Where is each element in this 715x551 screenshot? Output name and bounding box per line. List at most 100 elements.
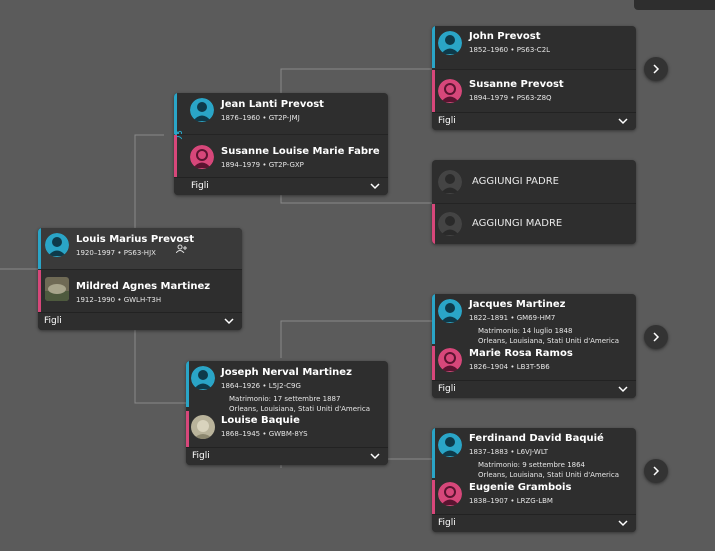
gender-bar [432, 204, 435, 244]
empty-avatar-icon [438, 212, 462, 236]
empty-avatar-icon [438, 170, 462, 194]
male-avatar-icon [190, 98, 214, 122]
expand-ancestors-button[interactable] [644, 459, 668, 483]
marriage-date: Matrimonio: 9 settembre 1864 [478, 461, 586, 469]
chevron-down-icon [618, 118, 628, 125]
children-toggle[interactable]: Figli [38, 312, 242, 330]
marriage-place: Orleans, Louisiana, Stati Uniti d'Americ… [478, 471, 620, 479]
children-toggle[interactable]: Figli [432, 112, 636, 130]
chevron-down-icon [618, 520, 628, 527]
person-name[interactable]: Louise Baquie [221, 415, 300, 426]
add-mother[interactable]: AGGIUNGI MADRE [432, 204, 636, 244]
children-label: Figli [44, 316, 62, 326]
paternal-parents-card: Jean Lanti Prevost 1876–1960 • GT2P-JMJ … [174, 93, 388, 195]
children-toggle[interactable]: Figli [432, 514, 636, 532]
person-meta: 1876–1960 • GT2P-JMJ [221, 114, 300, 122]
add-father-label[interactable]: AGGIUNGI PADRE [472, 176, 559, 187]
chevron-right-icon [653, 64, 660, 74]
children-label: Figli [438, 116, 456, 126]
person-name[interactable]: Susanne Prevost [469, 79, 564, 90]
person-meta: 1822–1891 • GM69-HM7 [469, 314, 556, 322]
male-avatar-icon [438, 433, 462, 457]
person-name[interactable]: Susanne Louise Marie Fabre [221, 146, 380, 157]
maternal-parents-card: Joseph Nerval Martinez 1864–1926 • L5J2-… [186, 361, 388, 465]
children-label: Figli [192, 451, 210, 461]
gender-bar [186, 411, 189, 447]
gender-bar [38, 270, 41, 312]
person-name[interactable]: Mildred Agnes Martinez [76, 281, 210, 292]
gender-bar [432, 26, 435, 68]
male-avatar-icon [438, 31, 462, 55]
gender-bar [174, 93, 177, 134]
maternal-mother[interactable]: Louise Baquie 1868–1945 • GWBM-8YS [186, 411, 388, 447]
gender-bar [432, 480, 435, 514]
grandparents-card-1: John Prevost 1852–1960 • PS63-C2L Susann… [432, 26, 636, 130]
person-name[interactable]: Jacques Martinez [469, 299, 565, 310]
gender-bar [432, 70, 435, 112]
children-toggle[interactable]: Figli [186, 447, 388, 465]
grandparents-card-2: AGGIUNGI PADRE AGGIUNGI MADRE [432, 160, 636, 244]
person-name[interactable]: John Prevost [469, 31, 540, 42]
male-avatar-icon [438, 299, 462, 323]
person-meta: 1894–1979 • PS63-Z8Q [469, 94, 552, 102]
grandmother-1[interactable]: Susanne Prevost 1894–1979 • PS63-Z8Q [432, 70, 636, 112]
person-name[interactable]: Jean Lanti Prevost [221, 99, 324, 110]
person-meta: 1864–1926 • L5J2-C9G [221, 382, 301, 390]
focus-mother[interactable]: Mildred Agnes Martinez 1912–1990 • GWLH-… [38, 270, 242, 312]
children-toggle[interactable]: Figli [174, 177, 388, 195]
person-name[interactable]: Marie Rosa Ramos [469, 348, 573, 359]
gender-bar [432, 294, 435, 344]
children-toggle[interactable]: Figli [432, 380, 636, 398]
person-settings-icon[interactable] [176, 244, 187, 253]
grandmother-4[interactable]: Eugenie Grambois 1838–1907 • LRZG-LBM [432, 480, 636, 514]
person-meta: 1920–1997 • PS63-HJX [76, 249, 156, 257]
male-avatar-icon [191, 366, 215, 390]
grandfather-1[interactable]: John Prevost 1852–1960 • PS63-C2L [432, 26, 636, 68]
person-meta: 1912–1990 • GWLH-T3H [76, 296, 162, 304]
gender-bar [432, 346, 435, 380]
person-name[interactable]: Joseph Nerval Martinez [221, 367, 352, 378]
photo-avatar-icon [191, 415, 215, 439]
focus-couple-card: Louis Marius Prevost 1920–1997 • PS63-HJ… [38, 228, 242, 330]
gender-bar [186, 361, 189, 407]
person-meta: 1837–1883 • L6VJ-WLT [469, 448, 549, 456]
maternal-father[interactable]: Joseph Nerval Martinez 1864–1926 • L5J2-… [186, 361, 388, 407]
chevron-right-icon [653, 466, 660, 476]
add-father[interactable]: AGGIUNGI PADRE [432, 160, 636, 202]
person-meta: 1826–1904 • LB3T-5B6 [469, 363, 550, 371]
person-meta: 1894–1979 • GT2P-GXP [221, 161, 304, 169]
chevron-down-icon [224, 318, 234, 325]
grandparents-card-4: Ferdinand David Baquié 1837–1883 • L6VJ-… [432, 428, 636, 532]
toolbar-button[interactable] [634, 0, 715, 10]
person-meta: 1838–1907 • LRZG-LBM [469, 497, 553, 505]
gender-bar [174, 135, 177, 177]
marriage-date: Matrimonio: 17 settembre 1887 [229, 395, 341, 403]
person-name[interactable]: Eugenie Grambois [469, 482, 571, 493]
marriage-place: Orleans, Louisiana, Stati Uniti d'Americ… [478, 337, 620, 345]
gender-bar [432, 428, 435, 478]
children-label: Figli [438, 518, 456, 528]
children-label: Figli [438, 384, 456, 394]
female-avatar-icon [190, 145, 214, 169]
paternal-mother[interactable]: Susanne Louise Marie Fabre 1894–1979 • G… [174, 135, 388, 177]
add-mother-label[interactable]: AGGIUNGI MADRE [472, 218, 562, 229]
expand-ancestors-button[interactable] [644, 57, 668, 81]
chevron-down-icon [618, 386, 628, 393]
female-avatar-icon [438, 79, 462, 103]
person-meta: 1852–1960 • PS63-C2L [469, 46, 551, 54]
paternal-father[interactable]: Jean Lanti Prevost 1876–1960 • GT2P-JMJ [174, 93, 388, 140]
female-avatar-icon [438, 482, 462, 506]
person-name[interactable]: Ferdinand David Baquié [469, 433, 604, 444]
person-meta: 1868–1945 • GWBM-8YS [221, 430, 308, 438]
grandparents-card-3: Jacques Martinez 1822–1891 • GM69-HM7 Ma… [432, 294, 636, 398]
chevron-down-icon [370, 453, 380, 460]
photo-avatar-icon [45, 277, 69, 301]
focus-father[interactable]: Louis Marius Prevost 1920–1997 • PS63-HJ… [38, 228, 242, 269]
chevron-right-icon [653, 332, 660, 342]
grandmother-3[interactable]: Marie Rosa Ramos 1826–1904 • LB3T-5B6 [432, 346, 636, 380]
marriage-date: Matrimonio: 14 luglio 1848 [478, 327, 573, 335]
female-avatar-icon [438, 348, 462, 372]
chevron-down-icon [370, 183, 380, 190]
expand-ancestors-button[interactable] [644, 325, 668, 349]
gender-bar [38, 228, 41, 269]
